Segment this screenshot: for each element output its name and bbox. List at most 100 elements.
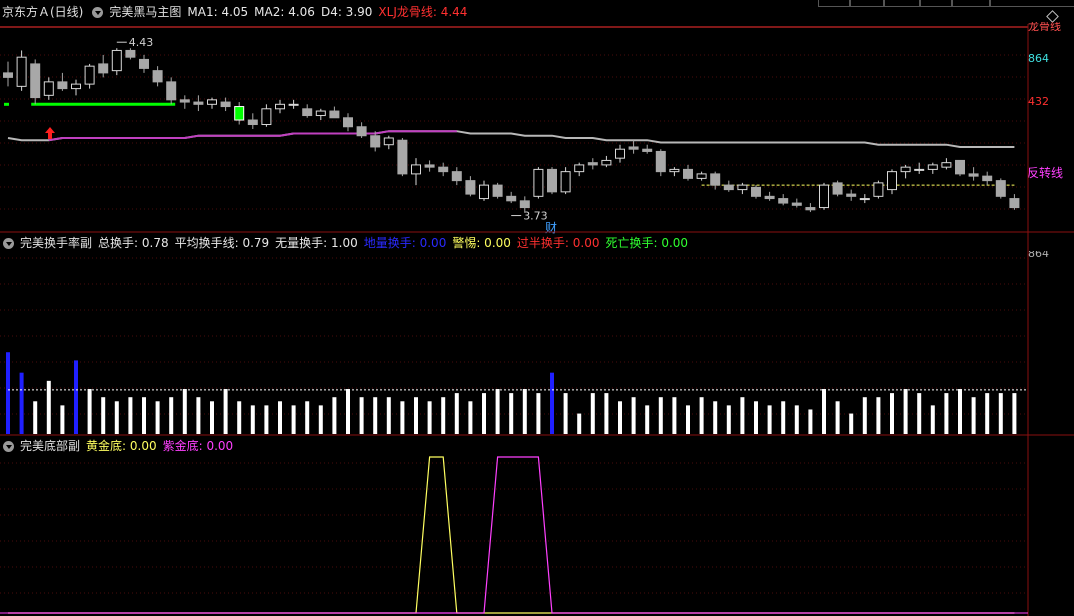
candle-body	[30, 63, 41, 99]
turnover-bar	[400, 401, 405, 434]
turnover-bar	[359, 397, 364, 434]
xlj-line-highlight	[48, 130, 457, 142]
annotation-text: 4.43	[129, 36, 154, 49]
turnover-bar	[522, 389, 527, 434]
candle-body	[574, 164, 585, 173]
candle-body	[723, 184, 734, 191]
candle-body	[655, 150, 666, 173]
candle-body	[479, 184, 489, 200]
candle-body	[819, 184, 829, 209]
turnover-bar	[169, 397, 174, 434]
candle-body	[411, 164, 421, 175]
turnover-bar	[604, 393, 609, 434]
turnover-bar	[454, 393, 459, 434]
candle-body	[71, 83, 81, 90]
candle-body	[125, 49, 136, 58]
candle-body	[370, 135, 381, 148]
turnover-bar	[223, 389, 228, 434]
turnover-bar	[441, 397, 446, 434]
candle-body	[710, 173, 721, 186]
candle-body	[615, 148, 625, 159]
turnover-bar	[101, 397, 106, 434]
annotation-text: 3.73	[523, 210, 548, 223]
candle-body	[261, 108, 272, 126]
candle-body	[764, 195, 775, 200]
candle-body	[207, 99, 217, 105]
candle-body	[628, 146, 639, 150]
candle-body	[995, 180, 1006, 197]
turnover-bar	[998, 393, 1003, 434]
turnover-bar	[740, 397, 745, 434]
candle-body	[193, 101, 204, 105]
turnover-bar	[917, 393, 922, 434]
candle-body	[927, 164, 938, 170]
turnover-bar	[386, 397, 391, 434]
candle-body	[547, 168, 557, 193]
turnover-bar	[427, 401, 432, 434]
turnover-bar	[278, 401, 282, 434]
candle-body	[288, 103, 299, 106]
candle-body	[3, 72, 13, 78]
turnover-bar	[971, 397, 976, 434]
candle-body	[57, 81, 68, 90]
turnover-bar	[699, 397, 704, 434]
candle-body	[778, 198, 789, 204]
turnover-bar	[686, 405, 690, 434]
candle-body	[383, 137, 394, 146]
turnover-bar	[876, 397, 881, 434]
turnover-bar	[590, 393, 595, 434]
candle-body	[832, 182, 843, 195]
turnover-bar-chart	[6, 352, 1028, 434]
candle-body	[397, 139, 408, 175]
turnover-bar	[794, 405, 799, 434]
candle-body	[43, 81, 54, 96]
turnover-bar	[142, 397, 146, 434]
turnover-bar	[305, 401, 310, 434]
turnover-bar	[19, 372, 24, 434]
candle-body	[859, 198, 870, 201]
candle-body	[329, 110, 340, 119]
turnover-bar	[577, 413, 582, 434]
xlj-line	[7, 130, 1015, 148]
candle-body	[424, 164, 435, 168]
candle-body	[696, 173, 707, 179]
turnover-bar	[726, 405, 731, 434]
candle-body	[601, 159, 612, 166]
candle-body	[519, 200, 530, 209]
turnover-bar	[237, 401, 242, 434]
candle-body	[587, 162, 598, 166]
turnover-bar	[550, 372, 554, 434]
turnover-bar	[985, 393, 990, 434]
candle-body	[846, 193, 857, 197]
turnover-bar	[808, 409, 813, 434]
candle-body	[887, 171, 897, 191]
turnover-bar	[754, 401, 758, 434]
candle-body	[900, 166, 911, 173]
turnover-bar	[645, 405, 650, 434]
turnover-bar	[781, 401, 786, 434]
candle-body	[220, 101, 231, 108]
candle-body	[465, 180, 476, 195]
candle-body	[751, 186, 761, 197]
turnover-bar	[658, 397, 663, 434]
turnover-bar	[87, 389, 92, 434]
turnover-bar	[767, 405, 772, 434]
turnover-bar	[631, 397, 636, 434]
turnover-bar	[346, 389, 350, 434]
turnover-bar	[930, 405, 935, 434]
turnover-bar	[33, 401, 38, 434]
candle-body	[982, 175, 993, 182]
bottom-line-chart	[0, 456, 1028, 614]
candle-body	[152, 70, 163, 83]
turnover-bar	[373, 397, 378, 434]
candle-body	[1009, 198, 1020, 209]
candle-body	[98, 63, 109, 74]
chart-canvas[interactable]: 4.43 3.73	[0, 0, 1074, 616]
candle-body	[451, 171, 462, 182]
candle-body	[955, 159, 965, 175]
turnover-bar	[536, 393, 541, 434]
turnover-bar	[332, 397, 337, 434]
turnover-bar	[618, 401, 622, 434]
turnover-bar	[46, 380, 51, 434]
turnover-bar	[128, 397, 133, 434]
